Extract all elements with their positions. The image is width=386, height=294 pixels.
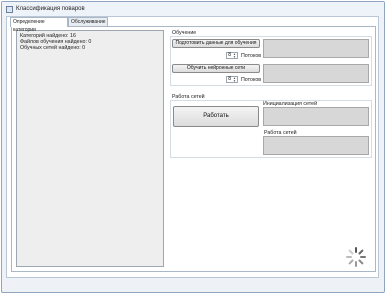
prepare-data-button-label: Подготовить данные для обучения [175,40,257,46]
title-bar: Классификация поваров [2,2,384,17]
tab-maintenance[interactable]: Обслуживание [68,17,108,26]
app-icon [6,6,13,13]
work-button[interactable]: Работать [173,106,259,127]
train-progress-box [263,64,369,83]
train-threads-value: 8 [228,76,231,82]
log-line: Обучных сетей найдено: 0 [20,45,86,51]
train-threads-stepper[interactable]: 8 ▲ ▼ [226,76,238,83]
tab-category-detection[interactable]: Определение категории [10,17,68,33]
stepper-arrows-icon[interactable]: ▲ ▼ [232,77,237,83]
loading-spinner-icon [346,247,366,267]
stepper-arrows-icon[interactable]: ▲ ▼ [232,53,237,59]
prepare-data-button[interactable]: Подготовить данные для обучения [172,39,260,48]
log-textbox[interactable]: Категорий найдено: 16 Файлов обучения на… [16,30,164,267]
prepare-threads-value: 8 [228,52,231,58]
init-progress-box [263,107,369,126]
work-progress-box [263,136,369,155]
prepare-threads-label: Потоков [241,53,262,59]
work-button-label: Работать [203,113,229,119]
train-networks-button[interactable]: Обучить нейронные сети [172,64,260,73]
train-threads-label: Потоков [241,77,262,83]
window-title: Классификация поваров [16,6,85,12]
tab-label: Обслуживание [71,19,106,25]
prepare-threads-stepper[interactable]: 8 ▲ ▼ [226,52,238,59]
train-networks-button-label: Обучить нейронные сети [186,65,246,71]
prepare-progress-box [263,39,369,58]
